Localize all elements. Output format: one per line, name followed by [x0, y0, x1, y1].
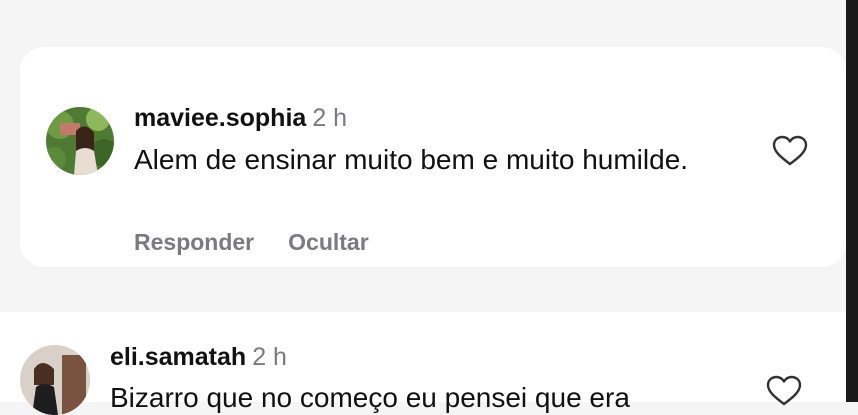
username[interactable]: eli.samatah — [110, 343, 246, 371]
timestamp: 2 h — [312, 104, 348, 132]
profile-photo — [46, 107, 114, 175]
comment-text: Bizarro que no começo eu pensei que era — [110, 382, 630, 413]
comment-card: maviee.sophia 2 h Alem de ensinar muito b… — [20, 47, 846, 267]
heart-icon[interactable] — [772, 135, 808, 167]
heart-icon[interactable] — [766, 375, 802, 407]
avatar[interactable] — [46, 107, 114, 175]
reply-button[interactable]: Responder — [134, 229, 254, 256]
username[interactable]: maviee.sophia — [134, 104, 306, 132]
comment-header: maviee.sophia 2 h — [134, 104, 347, 133]
hide-button[interactable]: Ocultar — [288, 229, 369, 256]
profile-photo — [20, 345, 90, 415]
scrollbar-edge — [846, 0, 858, 402]
comment-header: eli.samatah 2 h — [110, 343, 287, 372]
timestamp: 2 h — [252, 343, 287, 371]
avatar[interactable] — [20, 345, 90, 415]
comment-text: Alem de ensinar muito bem e muito humild… — [134, 144, 689, 175]
comment-actions: Responder Ocultar — [134, 229, 369, 256]
